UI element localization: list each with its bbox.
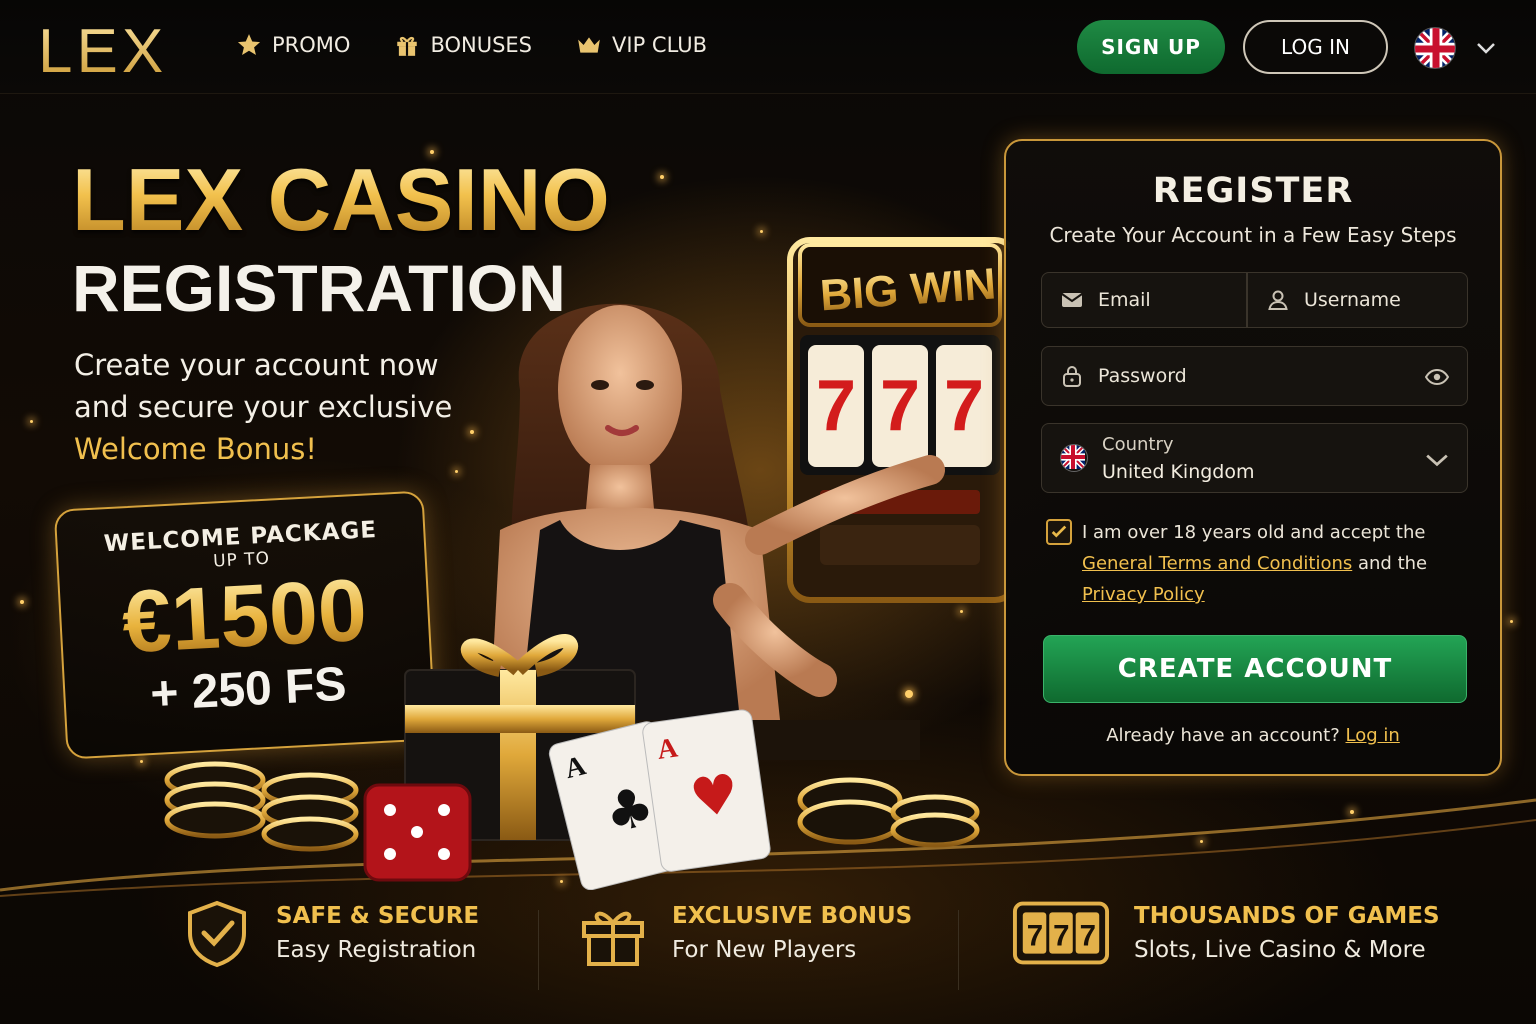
nav-bonuses[interactable]: BONUSES [394, 32, 532, 58]
country-text: Country United Kingdom [1102, 434, 1255, 483]
already-text: Already have an account? [1106, 725, 1340, 746]
login-link[interactable]: Log in [1346, 725, 1400, 746]
casino-chips-left [164, 761, 359, 852]
feature-1-subtitle: Easy Registration [276, 937, 477, 963]
email-field[interactable]: Email [1041, 272, 1247, 328]
svg-text:♥: ♥ [686, 761, 743, 830]
crown-icon [578, 37, 600, 53]
svg-text:7: 7 [1053, 920, 1069, 953]
country-select[interactable]: Country United Kingdom [1041, 423, 1468, 493]
nav-promo[interactable]: PROMO [236, 32, 350, 58]
country-value: United Kingdom [1102, 460, 1255, 483]
password-field[interactable]: Password [1041, 346, 1468, 406]
password-placeholder: Password [1098, 365, 1187, 387]
slot-777-icon: 7 7 7 [1012, 901, 1110, 965]
feature-divider [538, 910, 539, 990]
star-icon [237, 34, 261, 55]
reel-seven-1: 7 [816, 366, 856, 446]
slot-machine: BIG WIN 7 7 7 [787, 237, 1010, 603]
uk-flag-icon [1414, 27, 1456, 69]
reel-seven-3: 7 [944, 366, 984, 446]
nav-vip-label: VIP CLUB [612, 33, 708, 57]
register-panel: REGISTER Create Your Account in a Few Ea… [1004, 139, 1502, 776]
user-icon [1268, 290, 1288, 310]
nav-bonuses-label: BONUSES [430, 33, 533, 57]
terms-mid: and the [1357, 553, 1428, 574]
nav-vip-club[interactable]: VIP CLUB [576, 32, 707, 58]
casino-hero-illustration: BIG WIN 7 7 7 A ♣ A ♥ [164, 237, 1010, 890]
login-prompt: Already have an account? Log in [1006, 725, 1500, 746]
feature-safe-secure: SAFE & SECURE Easy Registration [182, 898, 479, 968]
terms-checkbox[interactable] [1046, 519, 1072, 545]
feature-2-title: EXCLUSIVE BONUS [672, 903, 913, 929]
nav-promo-label: PROMO [272, 33, 351, 57]
svg-text:7: 7 [1027, 920, 1043, 953]
gift-icon [397, 36, 418, 56]
checkmark-icon [1051, 525, 1067, 538]
show-password-eye-icon[interactable] [1425, 365, 1449, 389]
username-field[interactable]: Username [1247, 272, 1468, 328]
country-label: Country [1102, 433, 1174, 455]
feature-3-subtitle: Slots, Live Casino & More [1134, 937, 1426, 963]
envelope-icon [1061, 293, 1083, 307]
feature-3-title: THOUSANDS OF GAMES [1134, 903, 1440, 929]
uk-flag-icon [1060, 444, 1088, 472]
svg-text:7: 7 [1080, 920, 1096, 953]
register-title: REGISTER [1152, 171, 1354, 211]
top-navbar: LEX PROMO BONUSES VIP CLUB SIGN UP LOG I… [0, 0, 1536, 94]
register-subtitle: Create Your Account in a Few Easy Steps [1049, 223, 1457, 247]
privacy-link[interactable]: Privacy Policy [1082, 584, 1205, 605]
terms-prefix: I am over 18 years old and accept the [1082, 522, 1426, 543]
login-button[interactable]: LOG IN [1243, 20, 1388, 74]
reel-seven-2: 7 [880, 366, 920, 446]
gift-icon [582, 911, 644, 966]
language-selector[interactable] [1414, 27, 1496, 69]
create-account-button[interactable]: CREATE ACCOUNT [1043, 635, 1467, 703]
feature-2-subtitle: For New Players [672, 937, 857, 963]
email-placeholder: Email [1098, 289, 1151, 311]
terms-link[interactable]: General Terms and Conditions [1082, 553, 1352, 574]
chevron-down-icon [1426, 454, 1448, 467]
terms-text: I am over 18 years old and accept the Ge… [1082, 517, 1462, 610]
red-dice [363, 783, 472, 882]
casino-chips-right [797, 777, 980, 848]
main-nav: PROMO BONUSES VIP CLUB [236, 32, 707, 58]
chevron-down-icon [1477, 43, 1495, 54]
username-placeholder: Username [1304, 289, 1401, 311]
lex-logo[interactable]: LEX [38, 16, 167, 87]
signup-button[interactable]: SIGN UP [1077, 20, 1225, 74]
feature-exclusive-bonus: EXCLUSIVE BONUS For New Players [578, 898, 912, 968]
feature-thousands-games: 7 7 7 THOUSANDS OF GAMES Slots, Live Cas… [1012, 898, 1440, 968]
feature-divider [958, 910, 959, 990]
feature-1-title: SAFE & SECURE [276, 903, 480, 929]
shield-check-icon [188, 900, 246, 968]
lock-icon [1063, 366, 1081, 387]
